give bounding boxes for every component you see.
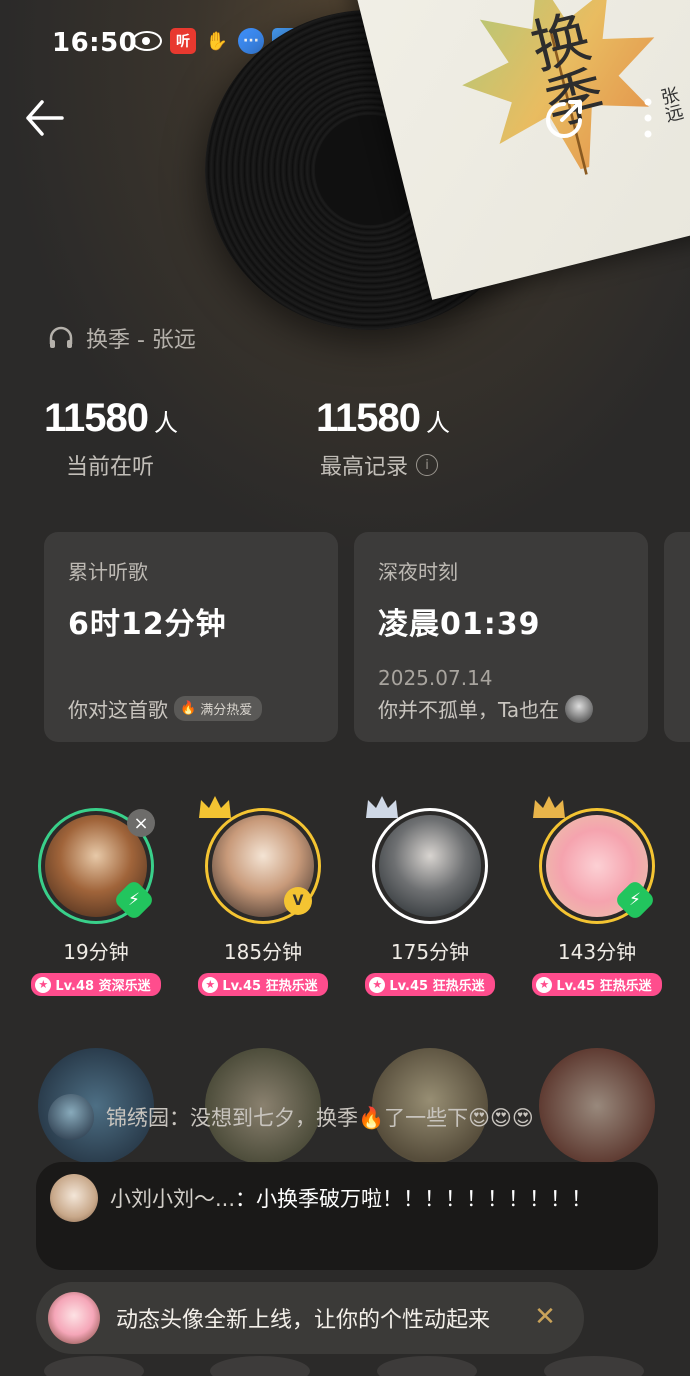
status-time: 16:50 (52, 28, 138, 58)
headphones-icon (49, 326, 73, 348)
listener-avatar-row2[interactable] (539, 1048, 655, 1164)
avatar[interactable]: ⚡ (539, 808, 657, 924)
listener-item[interactable]: ⚡ × 19分钟 ★ Lv.48 资深乐迷 (26, 808, 166, 996)
star-icon: ★ (536, 976, 553, 993)
record-listeners-label: 最高记录 (320, 455, 409, 480)
card-footer-text: 你并不孤单，Ta也在 (378, 698, 560, 722)
level-label: Lv.45 狂热乐迷 (556, 979, 652, 994)
card-value: 6时12分钟 (68, 607, 227, 642)
listener-item[interactable]: ⚡ 143分钟 ★ Lv.45 狂热乐迷 (527, 796, 667, 996)
star-icon: ★ (369, 976, 386, 993)
ting-app-icon: 听 (170, 28, 196, 54)
song-label: 换季 - 张远 (86, 328, 196, 353)
next-card-peek[interactable] (664, 532, 690, 742)
level-badge: ★ Lv.45 狂热乐迷 (198, 973, 328, 996)
listener-avatar-row3 (44, 1356, 144, 1376)
avatar-image (379, 815, 481, 917)
listener-avatar-row3 (210, 1356, 310, 1376)
close-icon[interactable]: ✕ (528, 1300, 562, 1334)
level-badge: ★ Lv.45 狂热乐迷 (365, 973, 495, 996)
hand-icon: ✋ (205, 30, 229, 52)
avatar (48, 1094, 94, 1140)
comment-text: 小换季破万啦！！！！！！！！！！ (256, 1187, 593, 1211)
avatar (565, 694, 594, 723)
listener-item[interactable]: 175分钟 ★ Lv.45 狂热乐迷 (360, 796, 500, 996)
love-badge-label: 满分热爱 (200, 703, 253, 718)
comment-body: 小刘小刘～...：小换季破万啦！！！！！！！！！！ (110, 1180, 630, 1218)
card-date: 2025.07.14 (378, 666, 493, 690)
current-listeners-value: 11580 (44, 396, 149, 440)
listener-minutes: 19分钟 (63, 940, 129, 964)
level-label: Lv.48 资深乐迷 (55, 979, 151, 994)
card-value: 凌晨01:39 (378, 607, 541, 642)
card-footer-text: 你对这首歌 (68, 698, 168, 722)
avatar[interactable]: V (205, 808, 321, 924)
level-badge: ★ Lv.45 狂热乐迷 (532, 973, 662, 996)
share-button[interactable] (540, 94, 588, 142)
floating-comment[interactable]: 小刘小刘～...：小换季破万啦！！！！！！！！！！ (36, 1162, 658, 1270)
info-icon[interactable]: i (416, 454, 439, 476)
card-footer: 你并不孤单，Ta也在 (378, 694, 594, 723)
star-icon: ★ (35, 976, 52, 993)
listener-item[interactable]: V 185分钟 ★ Lv.45 狂热乐迷 (193, 796, 333, 996)
floating-comment[interactable]: 锦绣园：没想到七夕，换季🔥了一些下😍😍😍 (48, 1094, 534, 1140)
listener-minutes: 175分钟 (390, 940, 470, 964)
banner-text: 动态头像全新上线，让你的个性动起来 (116, 1308, 491, 1333)
record-listeners-unit: 人 (426, 409, 451, 437)
record-listeners-stat: 11580 人 最高记录 i (316, 396, 450, 481)
level-label: Lv.45 狂热乐迷 (389, 979, 485, 994)
current-listeners-unit: 人 (154, 409, 179, 437)
comment-author: 小刘小刘～... (110, 1187, 236, 1211)
avatar[interactable] (372, 808, 488, 924)
listener-minutes: 143分钟 (557, 940, 637, 964)
comment-separator: ： (235, 1187, 257, 1211)
comment-text: 锦绣园：没想到七夕，换季🔥了一些下😍😍😍 (106, 1106, 534, 1130)
card-footer: 你对这首歌 🔥 满分热爱 (68, 694, 263, 723)
verified-badge-icon: V (284, 887, 312, 915)
avatar[interactable]: ⚡ × (38, 808, 156, 924)
listener-minutes: 185分钟 (223, 940, 303, 964)
card-title: 深夜时刻 (378, 560, 458, 584)
current-listeners-label: 当前在听 (66, 455, 155, 480)
flame-icon: 🔥 (180, 701, 197, 716)
back-button[interactable] (22, 96, 66, 140)
total-listening-card[interactable]: 累计听歌 6时12分钟 你对这首歌 🔥 满分热爱 (44, 532, 338, 742)
eye-icon (132, 31, 162, 51)
listener-avatar-row3 (377, 1356, 477, 1376)
close-icon[interactable]: × (127, 809, 155, 837)
current-listeners-stat: 11580 人 当前在听 (44, 396, 178, 481)
more-options-button[interactable] (634, 96, 662, 140)
record-listeners-value: 11580 (316, 396, 421, 440)
avatar (48, 1292, 100, 1344)
card-title: 累计听歌 (68, 560, 148, 584)
level-label: Lv.45 狂热乐迷 (222, 979, 318, 994)
listener-avatar-row3 (544, 1356, 644, 1376)
star-icon: ★ (202, 976, 219, 993)
promo-banner[interactable]: 动态头像全新上线，让你的个性动起来 ✕ (36, 1282, 584, 1354)
avatar (50, 1174, 98, 1222)
late-night-card[interactable]: 深夜时刻 凌晨01:39 2025.07.14 你并不孤单，Ta也在 (354, 532, 648, 742)
love-badge: 🔥 满分热爱 (174, 696, 263, 721)
song-label-row[interactable]: 换季 - 张远 (48, 322, 196, 354)
level-badge: ★ Lv.48 资深乐迷 (31, 973, 161, 996)
